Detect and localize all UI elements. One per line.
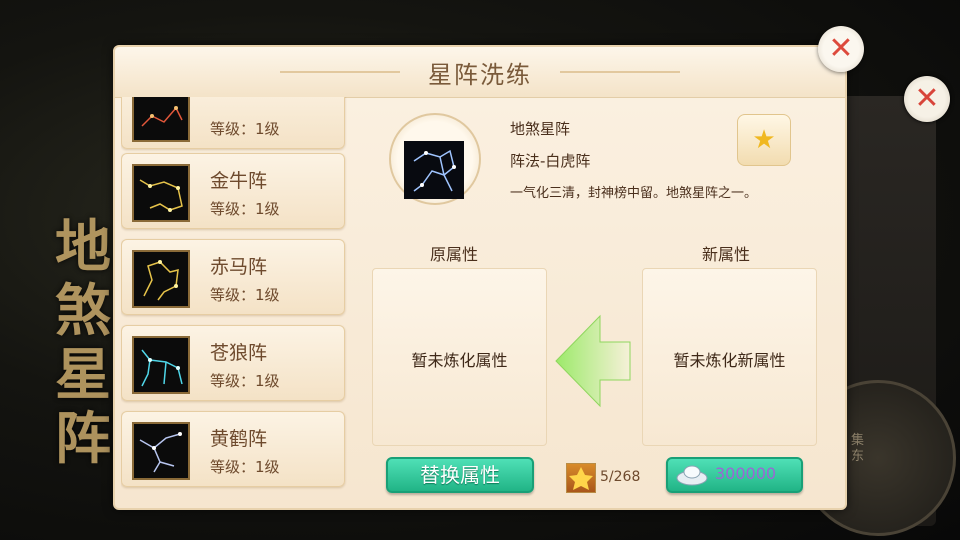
- constellation-red-icon: [132, 97, 190, 142]
- background-close-icon[interactable]: ✕: [904, 76, 950, 122]
- new-attribute-text: 暂未炼化新属性: [673, 351, 786, 370]
- background-wheel-text: 集东: [851, 433, 865, 464]
- formation-card[interactable]: 等级：1级: [121, 97, 345, 149]
- original-attribute-label: 原属性: [430, 245, 479, 264]
- star-hand-icon: ★: [752, 125, 776, 155]
- new-attribute-label: 新属性: [702, 245, 751, 264]
- constellation-wolf-icon: [132, 336, 190, 394]
- dialog-title-bar: 星阵洗练: [115, 47, 845, 98]
- formation-level: 等级：1级: [210, 120, 280, 138]
- formation-card[interactable]: 苍狼阵 等级：1级: [121, 325, 345, 401]
- arrow-left-icon: [555, 314, 631, 408]
- close-button[interactable]: ✕: [818, 26, 864, 72]
- formation-name: 赤马阵: [210, 256, 268, 278]
- constellation-crane-icon: [132, 422, 190, 480]
- help-button[interactable]: ★: [737, 114, 791, 166]
- dialog-title: 星阵洗练: [428, 61, 532, 89]
- selected-formation-description: 一气化三清，封神榜中留。地煞星阵之一。: [510, 186, 758, 201]
- replace-attribute-button[interactable]: 替换属性: [386, 457, 534, 493]
- constellation-horse-icon: [132, 250, 190, 308]
- formation-card[interactable]: 赤马阵 等级：1级: [121, 239, 345, 315]
- new-attribute-box: 暂未炼化新属性: [642, 268, 817, 446]
- formation-list[interactable]: 等级：1级 金牛阵 等级：1级 赤马阵 等级：1级 苍狼阵 等级：1级 黄鹤阵 …: [121, 97, 347, 507]
- original-attribute-text: 暂未炼化属性: [411, 351, 508, 370]
- original-attribute-box: 暂未炼化属性: [372, 268, 547, 446]
- constellation-tiger-icon: [404, 141, 464, 199]
- selected-formation-type: 阵法-白虎阵: [510, 152, 591, 170]
- silver-ingot-icon: [676, 465, 708, 486]
- formation-name: 黄鹤阵: [210, 428, 268, 450]
- formation-level: 等级：1级: [210, 458, 280, 476]
- constellation-ox-icon: [132, 164, 190, 222]
- refine-material-icon[interactable]: [566, 463, 596, 493]
- material-count: 5/268: [600, 469, 641, 485]
- formation-name: 苍狼阵: [210, 342, 268, 364]
- formation-level: 等级：1级: [210, 286, 280, 304]
- formation-level: 等级：1级: [210, 200, 280, 218]
- formation-card[interactable]: 黄鹤阵 等级：1级: [121, 411, 345, 487]
- refine-cost-value: 300000: [715, 464, 777, 483]
- formation-card[interactable]: 金牛阵 等级：1级: [121, 153, 345, 229]
- formation-level: 等级：1级: [210, 372, 280, 390]
- selected-formation-name: 地煞星阵: [510, 120, 571, 138]
- replace-attribute-label: 替换属性: [420, 463, 500, 487]
- formation-name: 金牛阵: [210, 170, 268, 192]
- close-icon: ✕: [828, 31, 854, 66]
